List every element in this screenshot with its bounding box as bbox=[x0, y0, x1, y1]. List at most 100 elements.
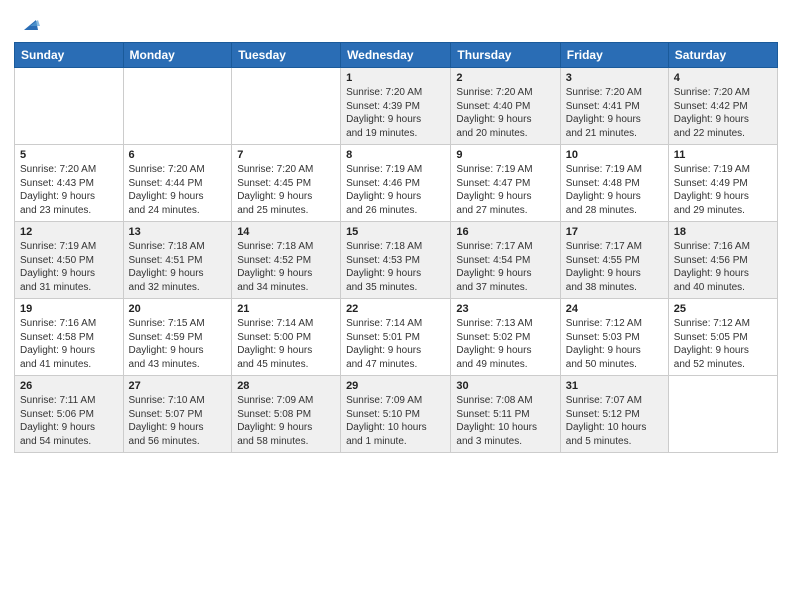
day-info: Sunrise: 7:13 AM Sunset: 5:02 PM Dayligh… bbox=[456, 317, 554, 371]
day-info: Sunrise: 7:18 AM Sunset: 4:52 PM Dayligh… bbox=[237, 240, 335, 294]
calendar-day-19: 19Sunrise: 7:16 AM Sunset: 4:58 PM Dayli… bbox=[15, 299, 124, 376]
day-number: 30 bbox=[456, 380, 554, 392]
logo bbox=[14, 10, 42, 36]
day-info: Sunrise: 7:09 AM Sunset: 5:10 PM Dayligh… bbox=[346, 394, 445, 448]
day-info: Sunrise: 7:12 AM Sunset: 5:03 PM Dayligh… bbox=[566, 317, 663, 371]
calendar-day-18: 18Sunrise: 7:16 AM Sunset: 4:56 PM Dayli… bbox=[668, 222, 777, 299]
day-number: 15 bbox=[346, 226, 445, 238]
day-info: Sunrise: 7:10 AM Sunset: 5:07 PM Dayligh… bbox=[129, 394, 227, 448]
calendar-empty-cell bbox=[123, 68, 232, 145]
day-number: 8 bbox=[346, 149, 445, 161]
weekday-header-saturday: Saturday bbox=[668, 43, 777, 68]
day-info: Sunrise: 7:18 AM Sunset: 4:51 PM Dayligh… bbox=[129, 240, 227, 294]
calendar-day-23: 23Sunrise: 7:13 AM Sunset: 5:02 PM Dayli… bbox=[451, 299, 560, 376]
day-number: 22 bbox=[346, 303, 445, 315]
day-info: Sunrise: 7:17 AM Sunset: 4:54 PM Dayligh… bbox=[456, 240, 554, 294]
day-number: 28 bbox=[237, 380, 335, 392]
calendar-header-row: SundayMondayTuesdayWednesdayThursdayFrid… bbox=[15, 43, 778, 68]
day-number: 12 bbox=[20, 226, 118, 238]
day-info: Sunrise: 7:08 AM Sunset: 5:11 PM Dayligh… bbox=[456, 394, 554, 448]
day-info: Sunrise: 7:19 AM Sunset: 4:48 PM Dayligh… bbox=[566, 163, 663, 217]
day-info: Sunrise: 7:18 AM Sunset: 4:53 PM Dayligh… bbox=[346, 240, 445, 294]
calendar-day-26: 26Sunrise: 7:11 AM Sunset: 5:06 PM Dayli… bbox=[15, 376, 124, 453]
calendar-day-27: 27 Sunrise: 7:10 AM Sunset: 5:07 PM Dayli… bbox=[123, 376, 232, 453]
day-info: Sunrise: 7:20 AM Sunset: 4:41 PM Dayligh… bbox=[566, 86, 663, 140]
header bbox=[14, 10, 778, 36]
day-number: 25 bbox=[674, 303, 772, 315]
day-number: 24 bbox=[566, 303, 663, 315]
calendar-day-28: 28 Sunrise: 7:09 AM Sunset: 5:08 PM Dayli… bbox=[232, 376, 341, 453]
calendar-day-12: 12 Sunrise: 7:19 AM Sunset: 4:50 PM Dayli… bbox=[15, 222, 124, 299]
calendar-day-25: 25 Sunrise: 7:12 AM Sunset: 5:05 PM Dayli… bbox=[668, 299, 777, 376]
calendar-week-row: 5 Sunrise: 7:20 AM Sunset: 4:43 PM Daylig… bbox=[15, 145, 778, 222]
day-number: 16 bbox=[456, 226, 554, 238]
calendar-week-row: 19Sunrise: 7:16 AM Sunset: 4:58 PM Dayli… bbox=[15, 299, 778, 376]
day-info: Sunrise: 7:14 AM Sunset: 5:01 PM Dayligh… bbox=[346, 317, 445, 371]
day-number: 1 bbox=[346, 72, 445, 84]
day-info: Sunrise: 7:20 AM Sunset: 4:39 PM Dayligh… bbox=[346, 86, 445, 140]
day-info: Sunrise: 7:20 AM Sunset: 4:43 PM Dayligh… bbox=[20, 163, 118, 217]
weekday-header-thursday: Thursday bbox=[451, 43, 560, 68]
day-number: 5 bbox=[20, 149, 118, 161]
calendar-day-20: 20 Sunrise: 7:15 AM Sunset: 4:59 PM Dayli… bbox=[123, 299, 232, 376]
day-info: Sunrise: 7:20 AM Sunset: 4:44 PM Dayligh… bbox=[129, 163, 227, 217]
calendar-day-3: 3 Sunrise: 7:20 AM Sunset: 4:41 PM Daylig… bbox=[560, 68, 668, 145]
day-info: Sunrise: 7:20 AM Sunset: 4:45 PM Dayligh… bbox=[237, 163, 335, 217]
calendar-day-21: 21 Sunrise: 7:14 AM Sunset: 5:00 PM Dayli… bbox=[232, 299, 341, 376]
calendar-day-8: 8 Sunrise: 7:19 AM Sunset: 4:46 PM Daylig… bbox=[341, 145, 451, 222]
day-info: Sunrise: 7:09 AM Sunset: 5:08 PM Dayligh… bbox=[237, 394, 335, 448]
calendar-day-6: 6 Sunrise: 7:20 AM Sunset: 4:44 PM Daylig… bbox=[123, 145, 232, 222]
day-number: 20 bbox=[129, 303, 227, 315]
calendar-week-row: 26Sunrise: 7:11 AM Sunset: 5:06 PM Dayli… bbox=[15, 376, 778, 453]
day-number: 2 bbox=[456, 72, 554, 84]
day-info: Sunrise: 7:15 AM Sunset: 4:59 PM Dayligh… bbox=[129, 317, 227, 371]
calendar-day-2: 2Sunrise: 7:20 AM Sunset: 4:40 PM Daylig… bbox=[451, 68, 560, 145]
day-number: 13 bbox=[129, 226, 227, 238]
calendar-day-5: 5 Sunrise: 7:20 AM Sunset: 4:43 PM Daylig… bbox=[15, 145, 124, 222]
day-number: 11 bbox=[674, 149, 772, 161]
calendar-day-10: 10 Sunrise: 7:19 AM Sunset: 4:48 PM Dayli… bbox=[560, 145, 668, 222]
day-info: Sunrise: 7:16 AM Sunset: 4:58 PM Dayligh… bbox=[20, 317, 118, 371]
calendar-day-9: 9Sunrise: 7:19 AM Sunset: 4:47 PM Daylig… bbox=[451, 145, 560, 222]
day-info: Sunrise: 7:19 AM Sunset: 4:46 PM Dayligh… bbox=[346, 163, 445, 217]
calendar-empty-cell bbox=[668, 376, 777, 453]
weekday-header-monday: Monday bbox=[123, 43, 232, 68]
day-number: 21 bbox=[237, 303, 335, 315]
calendar-day-15: 15 Sunrise: 7:18 AM Sunset: 4:53 PM Dayli… bbox=[341, 222, 451, 299]
calendar-day-31: 31Sunrise: 7:07 AM Sunset: 5:12 PM Dayli… bbox=[560, 376, 668, 453]
page: SundayMondayTuesdayWednesdayThursdayFrid… bbox=[0, 0, 792, 612]
day-number: 29 bbox=[346, 380, 445, 392]
calendar-day-14: 14Sunrise: 7:18 AM Sunset: 4:52 PM Dayli… bbox=[232, 222, 341, 299]
weekday-header-sunday: Sunday bbox=[15, 43, 124, 68]
weekday-header-wednesday: Wednesday bbox=[341, 43, 451, 68]
day-info: Sunrise: 7:19 AM Sunset: 4:47 PM Dayligh… bbox=[456, 163, 554, 217]
calendar-day-11: 11 Sunrise: 7:19 AM Sunset: 4:49 PM Dayli… bbox=[668, 145, 777, 222]
day-number: 26 bbox=[20, 380, 118, 392]
calendar-empty-cell bbox=[232, 68, 341, 145]
calendar-table: SundayMondayTuesdayWednesdayThursdayFrid… bbox=[14, 42, 778, 453]
logo-icon bbox=[16, 10, 42, 36]
calendar-day-16: 16 Sunrise: 7:17 AM Sunset: 4:54 PM Dayli… bbox=[451, 222, 560, 299]
day-number: 17 bbox=[566, 226, 663, 238]
calendar-empty-cell bbox=[15, 68, 124, 145]
day-info: Sunrise: 7:07 AM Sunset: 5:12 PM Dayligh… bbox=[566, 394, 663, 448]
calendar-day-1: 1 Sunrise: 7:20 AM Sunset: 4:39 PM Daylig… bbox=[341, 68, 451, 145]
day-info: Sunrise: 7:17 AM Sunset: 4:55 PM Dayligh… bbox=[566, 240, 663, 294]
day-info: Sunrise: 7:19 AM Sunset: 4:50 PM Dayligh… bbox=[20, 240, 118, 294]
day-number: 3 bbox=[566, 72, 663, 84]
calendar-day-30: 30 Sunrise: 7:08 AM Sunset: 5:11 PM Dayli… bbox=[451, 376, 560, 453]
day-info: Sunrise: 7:12 AM Sunset: 5:05 PM Dayligh… bbox=[674, 317, 772, 371]
day-number: 6 bbox=[129, 149, 227, 161]
day-number: 18 bbox=[674, 226, 772, 238]
calendar-day-4: 4Sunrise: 7:20 AM Sunset: 4:42 PM Daylig… bbox=[668, 68, 777, 145]
day-info: Sunrise: 7:19 AM Sunset: 4:49 PM Dayligh… bbox=[674, 163, 772, 217]
calendar-day-24: 24 Sunrise: 7:12 AM Sunset: 5:03 PM Dayli… bbox=[560, 299, 668, 376]
day-number: 4 bbox=[674, 72, 772, 84]
calendar-day-29: 29 Sunrise: 7:09 AM Sunset: 5:10 PM Dayli… bbox=[341, 376, 451, 453]
calendar-day-17: 17 Sunrise: 7:17 AM Sunset: 4:55 PM Dayli… bbox=[560, 222, 668, 299]
day-number: 27 bbox=[129, 380, 227, 392]
calendar-day-13: 13 Sunrise: 7:18 AM Sunset: 4:51 PM Dayli… bbox=[123, 222, 232, 299]
day-info: Sunrise: 7:14 AM Sunset: 5:00 PM Dayligh… bbox=[237, 317, 335, 371]
day-number: 10 bbox=[566, 149, 663, 161]
calendar-week-row: 12 Sunrise: 7:19 AM Sunset: 4:50 PM Dayli… bbox=[15, 222, 778, 299]
